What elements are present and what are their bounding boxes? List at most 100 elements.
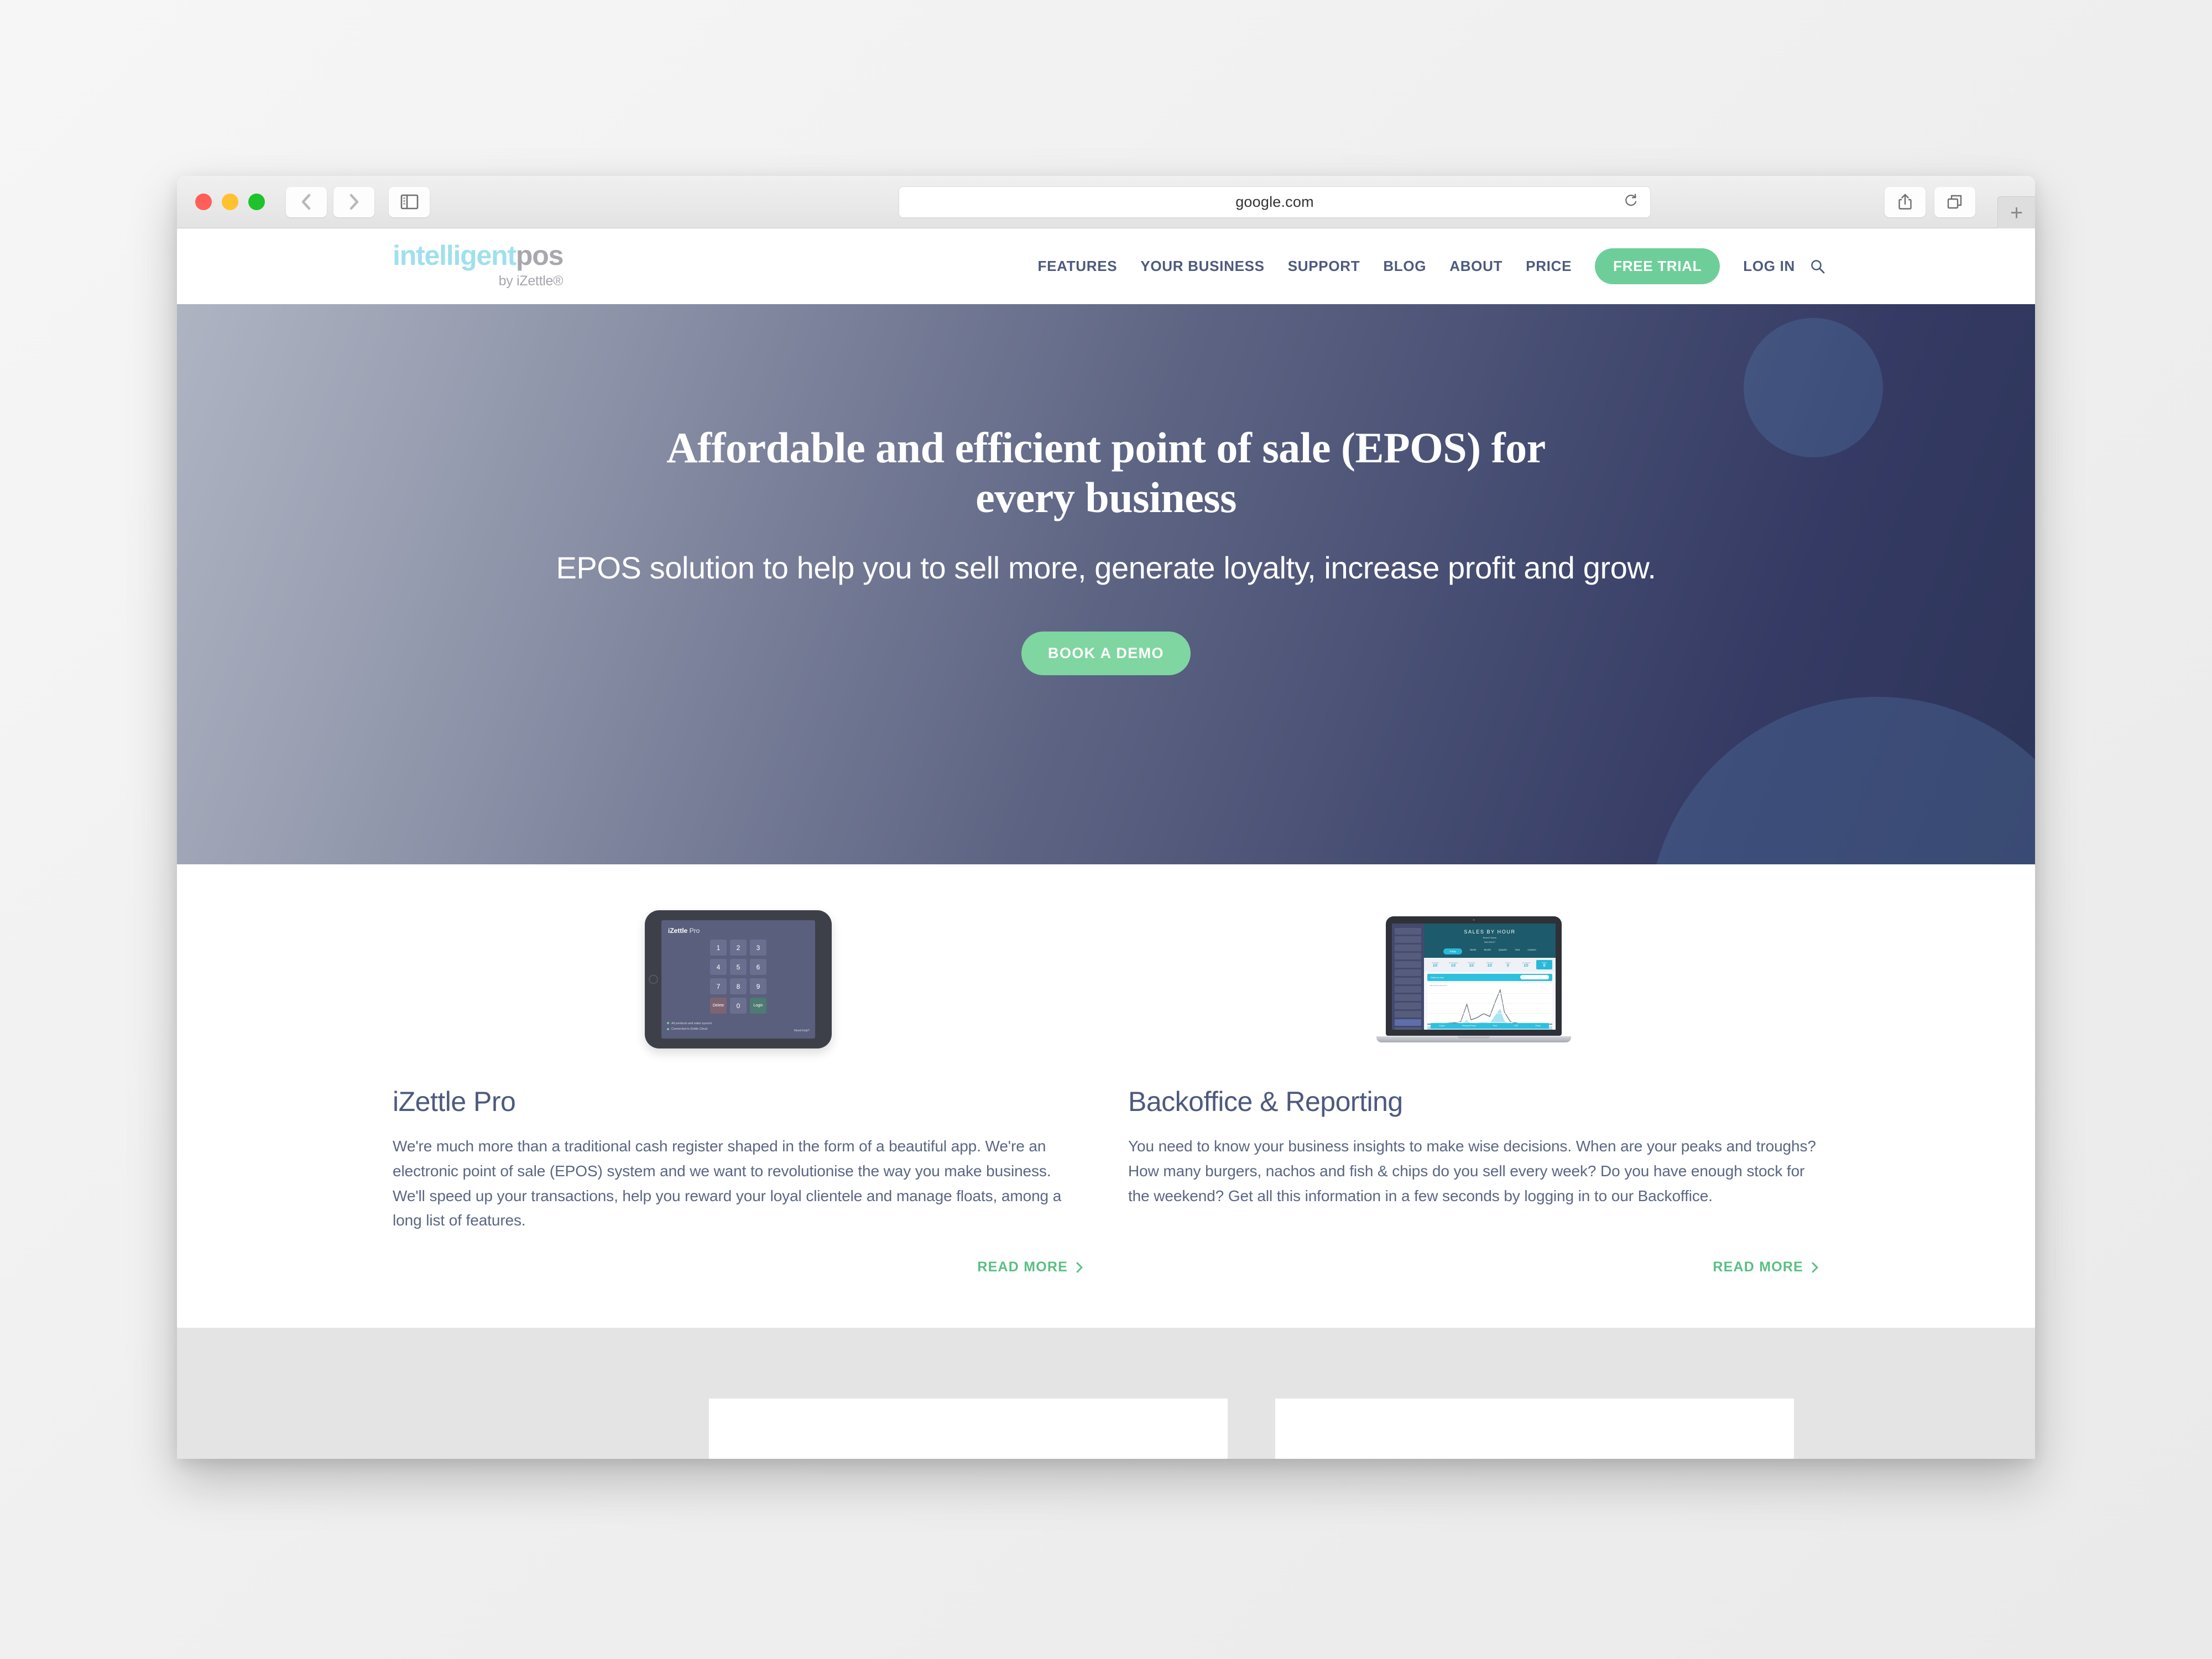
chart-dropdown[interactable] bbox=[1520, 975, 1549, 979]
keypad-login-button[interactable]: Login bbox=[750, 998, 766, 1014]
ipad-keypad: 1 2 3 4 5 6 7 8 9 Delete 0 Login bbox=[710, 940, 766, 1014]
footer-previous[interactable]: Previous Period bbox=[1462, 1025, 1476, 1027]
stat-value: £0 bbox=[1433, 963, 1438, 968]
ipad-status-sync: All products and sales synced bbox=[667, 1021, 712, 1026]
chart-footer-actions: Export Previous Period Print PDF Email bbox=[1431, 1022, 1549, 1029]
feature-title-izettle-pro: iZettle Pro bbox=[393, 1086, 516, 1117]
status-dot-icon bbox=[667, 1022, 669, 1025]
browser-right-buttons bbox=[1885, 186, 1975, 217]
page-viewport: intelligentpos by iZettle® FEATURES YOUR… bbox=[177, 228, 2035, 1459]
reload-icon[interactable] bbox=[1624, 193, 1638, 211]
tab-quarter[interactable]: Quarter bbox=[1499, 948, 1507, 954]
dashboard-period-tabs: Today Week Month Quarter Year Custom bbox=[1424, 948, 1556, 954]
tab-week[interactable]: Week bbox=[1470, 948, 1476, 954]
ipad-mockup: iZettle Pro 1 2 3 4 5 6 7 8 9 Delete 0 L… bbox=[645, 910, 832, 1048]
footer-email[interactable]: Email bbox=[1536, 1025, 1541, 1027]
minimize-window-button[interactable] bbox=[222, 194, 238, 210]
nav-item-price[interactable]: PRICE bbox=[1526, 258, 1572, 275]
logo-wordmark: intelligentpos bbox=[393, 242, 564, 269]
laptop-screen: SALES BY HOUR Branch Name 08/12/2017 Tod… bbox=[1392, 923, 1556, 1030]
sidebar-item[interactable] bbox=[1395, 985, 1421, 993]
keypad-key-4[interactable]: 4 bbox=[710, 959, 727, 975]
read-more-link-izettle-pro[interactable]: READ MORE bbox=[977, 1259, 1084, 1275]
tab-overview-button[interactable] bbox=[1934, 186, 1975, 217]
site-logo[interactable]: intelligentpos by iZettle® bbox=[393, 242, 564, 289]
keypad-key-6[interactable]: 6 bbox=[750, 959, 766, 975]
nav-item-blog[interactable]: BLOG bbox=[1383, 258, 1426, 275]
stat-avg-spend: Avg Spend £0 bbox=[1518, 960, 1534, 969]
sidebar-icon bbox=[400, 194, 418, 210]
sidebar-item[interactable] bbox=[1395, 977, 1421, 984]
nav-item-your-business[interactable]: YOUR BUSINESS bbox=[1140, 258, 1264, 275]
stat-value: £0 bbox=[1524, 963, 1528, 968]
sidebar-item[interactable] bbox=[1395, 936, 1421, 943]
keypad-key-0[interactable]: 0 bbox=[730, 998, 747, 1014]
main-navigation: FEATURES YOUR BUSINESS SUPPORT BLOG ABOU… bbox=[1038, 248, 1826, 284]
sidebar-item-active[interactable] bbox=[1395, 1019, 1421, 1026]
bottom-card-what-you-get: What you get! bbox=[1275, 1399, 1794, 1459]
free-trial-button[interactable]: FREE TRIAL bbox=[1595, 248, 1720, 284]
hero-subtitle: EPOS solution to help you to sell more, … bbox=[556, 550, 1656, 585]
ipad-screen: iZettle Pro 1 2 3 4 5 6 7 8 9 Delete 0 L… bbox=[661, 920, 815, 1039]
read-more-link-backoffice[interactable]: READ MORE bbox=[1713, 1259, 1819, 1275]
keypad-key-8[interactable]: 8 bbox=[730, 978, 747, 995]
dashboard-sidebar bbox=[1392, 923, 1424, 1030]
url-text: google.com bbox=[1235, 193, 1314, 210]
sidebar-item[interactable] bbox=[1395, 1010, 1421, 1018]
keypad-key-5[interactable]: 5 bbox=[730, 959, 747, 975]
sidebar-item[interactable] bbox=[1395, 961, 1421, 968]
keypad-key-2[interactable]: 2 bbox=[730, 940, 747, 956]
sidebar-item[interactable] bbox=[1395, 944, 1421, 951]
reload-glyph bbox=[1625, 194, 1637, 206]
sidebar-item[interactable] bbox=[1395, 1027, 1421, 1030]
keypad-key-7[interactable]: 7 bbox=[710, 978, 727, 995]
stat-refunds: Refunds £0 bbox=[1482, 960, 1498, 969]
dashboard-date: 08/12/2017 bbox=[1484, 940, 1496, 943]
sidebar-item[interactable] bbox=[1395, 952, 1421, 959]
tab-today[interactable]: Today bbox=[1443, 948, 1463, 954]
bottom-section: ← Functions ⏻ Sit in Take out New Order … bbox=[177, 1328, 2035, 1459]
chart-card-title: Sales by hour bbox=[1431, 975, 1444, 979]
show-sidebar-button[interactable] bbox=[389, 186, 430, 217]
sidebar-item[interactable] bbox=[1395, 969, 1421, 976]
legend-last-period: Last period bbox=[1438, 984, 1447, 987]
ipad-device-stage: iZettle Pro 1 2 3 4 5 6 7 8 9 Delete 0 L… bbox=[393, 864, 1084, 1052]
zoom-window-button[interactable] bbox=[248, 194, 265, 210]
laptop-notch bbox=[1458, 1036, 1490, 1039]
new-tab-button[interactable]: + bbox=[1997, 196, 2035, 228]
stat-net-sales: Net Sales £0 bbox=[1427, 960, 1443, 969]
keypad-delete-button[interactable]: Delete bbox=[710, 998, 727, 1014]
close-window-button[interactable] bbox=[195, 194, 212, 210]
keypad-key-3[interactable]: 3 bbox=[750, 940, 766, 956]
sidebar-item[interactable] bbox=[1395, 1002, 1421, 1009]
keypad-key-1[interactable]: 1 bbox=[710, 940, 727, 956]
nav-item-support[interactable]: SUPPORT bbox=[1288, 258, 1360, 275]
stat-value: 0 bbox=[1506, 963, 1509, 968]
book-a-demo-button[interactable]: BOOK A DEMO bbox=[1021, 631, 1191, 675]
sidebar-item[interactable] bbox=[1395, 994, 1421, 1001]
forward-button[interactable] bbox=[333, 186, 374, 217]
window-controls bbox=[195, 194, 265, 210]
chart-card-controls bbox=[1520, 975, 1549, 979]
tab-custom[interactable]: Custom bbox=[1527, 948, 1536, 954]
footer-export[interactable]: Export bbox=[1439, 1025, 1445, 1027]
stat-value: £0 bbox=[1469, 963, 1474, 968]
logo-subtitle: by iZettle® bbox=[498, 273, 564, 289]
nav-item-log-in[interactable]: LOG IN bbox=[1743, 258, 1795, 275]
chevron-left-icon bbox=[301, 194, 311, 210]
ipad-need-help-link[interactable]: Need help? bbox=[794, 1029, 810, 1032]
share-button[interactable] bbox=[1885, 186, 1926, 217]
nav-item-about[interactable]: ABOUT bbox=[1449, 258, 1503, 275]
tab-month[interactable]: Month bbox=[1484, 948, 1491, 954]
sidebar-item[interactable] bbox=[1395, 927, 1421, 935]
search-button[interactable] bbox=[1809, 258, 1826, 275]
back-button[interactable] bbox=[286, 186, 327, 217]
nav-item-features[interactable]: FEATURES bbox=[1038, 258, 1118, 275]
footer-print[interactable]: Print bbox=[1493, 1025, 1497, 1027]
footer-pdf[interactable]: PDF bbox=[1514, 1025, 1518, 1027]
tab-year[interactable]: Year bbox=[1515, 948, 1520, 954]
dashboard-main: SALES BY HOUR Branch Name 08/12/2017 Tod… bbox=[1424, 923, 1556, 1030]
address-bar[interactable]: google.com bbox=[899, 186, 1651, 218]
hero-content: Affordable and efficient point of sale (… bbox=[177, 304, 2035, 675]
keypad-key-9[interactable]: 9 bbox=[750, 978, 766, 995]
